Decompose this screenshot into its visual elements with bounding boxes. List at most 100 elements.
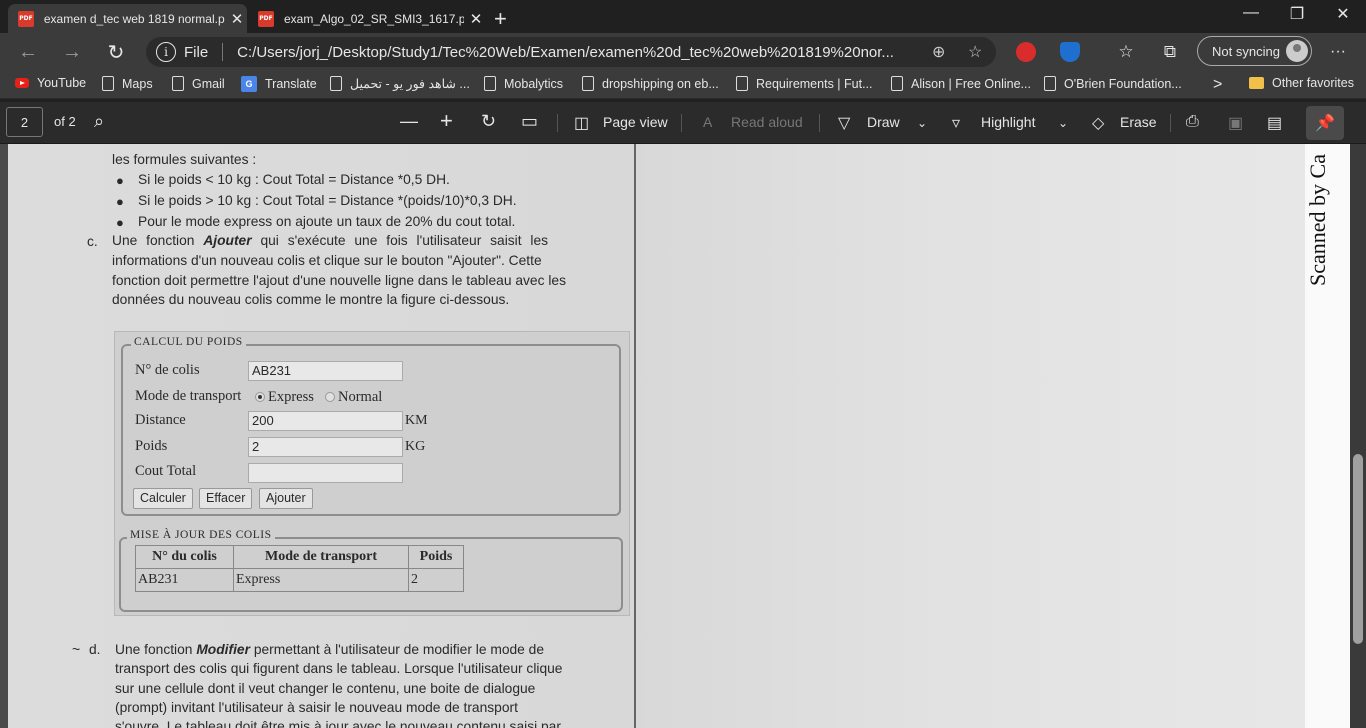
item-d-line: sur une cellule dont il veut changer le …	[115, 681, 536, 696]
favorites-icon[interactable]: ☆	[1114, 40, 1138, 64]
youtube-icon	[15, 78, 29, 88]
page-view-icon[interactable]: ◫	[574, 113, 589, 133]
pdf-icon: PDF	[258, 10, 274, 27]
favorite-youtube[interactable]: YouTube	[15, 76, 86, 90]
adblock-extension-icon[interactable]	[1016, 42, 1036, 62]
unit-kg: KG	[405, 439, 426, 454]
zoom-out-icon[interactable]: —	[400, 111, 418, 132]
read-aloud-icon: A	[703, 114, 713, 130]
close-icon[interactable]: ✕	[227, 10, 247, 28]
formulas-intro: les formules suivantes :	[112, 152, 257, 167]
folder-icon	[1249, 77, 1264, 89]
favorite-translate[interactable]: G Translate	[241, 76, 317, 92]
back-arrow-icon[interactable]: ←	[16, 40, 40, 64]
add-favorite-icon[interactable]: ☆	[968, 42, 982, 62]
tab-label: exam_Algo_02_SR_SMI3_1617.pd	[284, 11, 464, 26]
item-c-line: fonction doit permettre l'ajout d'une no…	[112, 273, 566, 288]
handwritten-mark: ~	[72, 641, 81, 657]
highlight-button[interactable]: Highlight	[981, 114, 1035, 130]
divider	[1170, 114, 1171, 132]
calculer-button: Calculer	[133, 488, 193, 509]
vertical-scrollbar[interactable]	[1350, 144, 1366, 728]
effacer-button: Effacer	[199, 488, 253, 509]
eraser-icon[interactable]: ◇	[1092, 113, 1104, 133]
favorite-dropshipping[interactable]: dropshipping on eb...	[582, 76, 719, 91]
highlight-icon[interactable]: ▿	[952, 113, 960, 133]
item-d-letter: d.	[89, 642, 101, 657]
divider	[819, 114, 820, 132]
item-c-letter: c.	[87, 234, 98, 249]
close-window-button[interactable]: ✕	[1320, 4, 1366, 24]
item-d-line: s'ouvre. Le tableau doit être mis à jour…	[115, 719, 561, 728]
url-text[interactable]: C:/Users/jorj_/Desktop/Study1/Tec%20Web/…	[237, 44, 927, 61]
zoom-icon[interactable]: ⊕	[932, 42, 945, 62]
google-translate-icon: G	[241, 76, 257, 92]
chevron-down-icon[interactable]: ⌄	[917, 116, 927, 130]
formula-bullet: Si le poids < 10 kg : Cout Total = Dista…	[138, 172, 450, 187]
close-icon[interactable]: ✕	[466, 10, 486, 28]
calc-legend: CALCUL DU POIDS	[131, 336, 246, 348]
table-cell: AB231	[135, 568, 234, 592]
print-icon[interactable]: ⎙	[1186, 113, 1199, 131]
navigation-bar: ← → ↻ i File C:/Users/jorj_/Desktop/Stud…	[0, 33, 1366, 71]
forward-arrow-icon[interactable]: →	[60, 40, 84, 64]
collections-icon[interactable]: ⧉	[1158, 40, 1182, 64]
page-icon	[102, 76, 114, 91]
page-view-button[interactable]: Page view	[603, 114, 668, 130]
formula-bullet: Si le poids > 10 kg : Cout Total = Dista…	[138, 193, 517, 208]
page-number-input[interactable]: 2	[6, 107, 43, 137]
page-icon	[891, 76, 903, 91]
favorite-mobalytics[interactable]: Mobalytics	[484, 76, 563, 91]
chevron-down-icon[interactable]: ⌄	[1058, 116, 1068, 130]
favorite-maps[interactable]: Maps	[102, 76, 153, 91]
pdf-document-area[interactable]: les formules suivantes : ● Si le poids <…	[0, 144, 1366, 728]
info-icon[interactable]: i	[156, 42, 176, 62]
address-bar[interactable]: i File C:/Users/jorj_/Desktop/Study1/Tec…	[146, 37, 996, 67]
shield-extension-icon[interactable]	[1060, 42, 1080, 62]
scrollbar-thumb[interactable]	[1353, 454, 1363, 644]
draw-icon[interactable]: ▽	[838, 113, 850, 133]
save-as-icon[interactable]: ▤	[1267, 113, 1282, 133]
search-icon[interactable]: ⌕	[94, 111, 104, 132]
chevron-right-icon[interactable]: >	[1213, 76, 1222, 94]
new-tab-button[interactable]: +	[494, 6, 507, 32]
label-poids: Poids	[135, 438, 168, 454]
item-d-line: (prompt) invitant l'utilisateur à saisir…	[115, 700, 518, 715]
favorite-gmail[interactable]: Gmail	[172, 76, 225, 91]
tab-exam-web[interactable]: PDF examen d_tec web 1819 normal.p ✕	[8, 4, 247, 33]
pdf-icon: PDF	[18, 10, 34, 27]
item-c-line: données du nouveau colis comme le montre…	[112, 292, 510, 307]
pin-toolbar-button[interactable]: 📌	[1306, 106, 1344, 140]
erase-button[interactable]: Erase	[1120, 114, 1157, 130]
label-distance: Distance	[135, 412, 186, 428]
draw-button[interactable]: Draw	[867, 114, 900, 130]
favorite-obrien[interactable]: O'Brien Foundation...	[1044, 76, 1182, 91]
favorite-other-folder[interactable]: Other favorites	[1249, 76, 1354, 90]
formula-bullet: Pour le mode express on ajoute un taux d…	[138, 214, 516, 229]
page-total: of 2	[54, 114, 76, 129]
favorite-alison[interactable]: Alison | Free Online...	[891, 76, 1031, 91]
page-icon	[736, 76, 748, 91]
zoom-in-icon[interactable]: +	[440, 108, 453, 134]
restore-button[interactable]: ❐	[1274, 4, 1320, 24]
tab-label: examen d_tec web 1819 normal.p	[43, 11, 225, 26]
read-aloud-button[interactable]: Read aloud	[731, 114, 803, 130]
minimize-button[interactable]: —	[1228, 4, 1274, 22]
fit-page-icon[interactable]: ▭	[521, 111, 538, 132]
tab-exam-algo[interactable]: PDF exam_Algo_02_SR_SMI3_1617.pd ✕	[248, 4, 488, 33]
sync-button[interactable]: Not syncing	[1197, 36, 1312, 66]
bullet-icon: ●	[116, 194, 124, 209]
more-menu-icon[interactable]: ···	[1326, 40, 1350, 64]
refresh-icon[interactable]: ↻	[104, 40, 128, 64]
favorite-arabic-site[interactable]: شاهد فور يو - تحميل ...	[330, 76, 470, 91]
save-icon[interactable]: ▣	[1228, 113, 1243, 133]
pin-icon: 📌	[1315, 115, 1335, 132]
rotate-icon[interactable]: ↻	[481, 111, 496, 132]
divider	[557, 114, 558, 132]
favorite-requirements[interactable]: Requirements | Fut...	[736, 76, 873, 91]
label-cout-total: Cout Total	[135, 463, 197, 479]
item-c-line: informations d'un nouveau colis et cliqu…	[112, 253, 542, 268]
scanned-by-stamp: Scanned by Ca	[1305, 154, 1330, 286]
table-cell: 2	[408, 568, 464, 592]
keyword-modifier: Modifier	[196, 642, 250, 657]
